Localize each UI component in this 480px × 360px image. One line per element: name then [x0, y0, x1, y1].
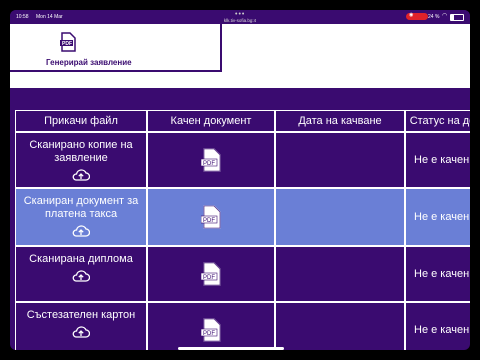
app-screen: 10:58 Mon 14 Mar ••• klk.tiv-sofia.bg:4 …: [10, 10, 470, 350]
pdf-icon: PDF: [201, 148, 221, 172]
svg-text:PDF: PDF: [203, 161, 215, 167]
upload-date-cell: [275, 188, 405, 246]
upload-date-cell: [275, 302, 405, 350]
header-uploaded-document: Качен документ: [147, 110, 275, 132]
header-attach-file: Прикачи файл: [15, 110, 147, 132]
pdf-icon: PDF: [201, 318, 221, 342]
more-dots-icon[interactable]: •••: [235, 11, 245, 18]
uploaded-document-cell[interactable]: PDF: [147, 188, 275, 246]
pdf-icon: PDF: [60, 32, 76, 52]
attach-file-cell[interactable]: Сканирано копие на заявление: [15, 132, 147, 188]
pdf-icon: PDF: [201, 205, 221, 229]
status-cell: Не е качен д: [405, 302, 470, 350]
attach-file-cell[interactable]: Състезателен картон: [15, 302, 147, 350]
uploaded-document-cell[interactable]: PDF: [147, 132, 275, 188]
generate-application-label: Генерирай заявление: [46, 58, 132, 67]
battery-icon: [450, 14, 464, 21]
attach-file-cell[interactable]: Сканиран документ за платена такса: [15, 188, 147, 246]
header-upload-date: Дата на качване: [275, 110, 405, 132]
battery-percent: 24 %: [428, 14, 440, 20]
file-type-label: Състезателен картон: [26, 309, 136, 321]
svg-text:PDF: PDF: [203, 218, 215, 224]
date: Mon 14 Mar: [36, 14, 63, 20]
file-type-label: Сканирана диплома: [29, 253, 133, 265]
status-cell: Не е качен д: [405, 188, 470, 246]
wifi-icon: ◠: [442, 13, 448, 19]
uploaded-document-cell[interactable]: PDF: [147, 302, 275, 350]
clock: 10:58: [16, 14, 29, 20]
upload-date-cell: [275, 246, 405, 302]
upload-date-cell: [275, 132, 405, 188]
file-type-label: Сканирано копие на заявление: [29, 139, 133, 164]
upload-cloud-icon[interactable]: [72, 225, 90, 237]
file-type-label: Сканиран документ за платена такса: [23, 195, 139, 220]
status-bar: 10:58 Mon 14 Mar ••• klk.tiv-sofia.bg:4 …: [10, 10, 470, 24]
record-icon: ◉: [409, 12, 414, 18]
record-indicator: ◉: [406, 12, 428, 20]
svg-text:PDF: PDF: [203, 331, 215, 337]
upload-cloud-icon[interactable]: [72, 169, 90, 181]
uploaded-document-cell[interactable]: PDF: [147, 246, 275, 302]
url-bar[interactable]: klk.tiv-sofia.bg:4: [210, 18, 270, 23]
generate-application-button[interactable]: PDF Генерирай заявление: [10, 24, 222, 72]
pdf-icon: PDF: [201, 262, 221, 286]
status-cell: Не е качен д: [405, 132, 470, 188]
svg-text:PDF: PDF: [62, 41, 72, 47]
home-indicator[interactable]: [178, 347, 284, 350]
status-cell: Не е качен д: [405, 246, 470, 302]
svg-text:PDF: PDF: [203, 275, 215, 281]
header-status: Статус на до: [405, 110, 470, 132]
attach-file-cell[interactable]: Сканирана диплома: [15, 246, 147, 302]
upload-cloud-icon[interactable]: [72, 270, 90, 282]
upload-cloud-icon[interactable]: [72, 326, 90, 338]
